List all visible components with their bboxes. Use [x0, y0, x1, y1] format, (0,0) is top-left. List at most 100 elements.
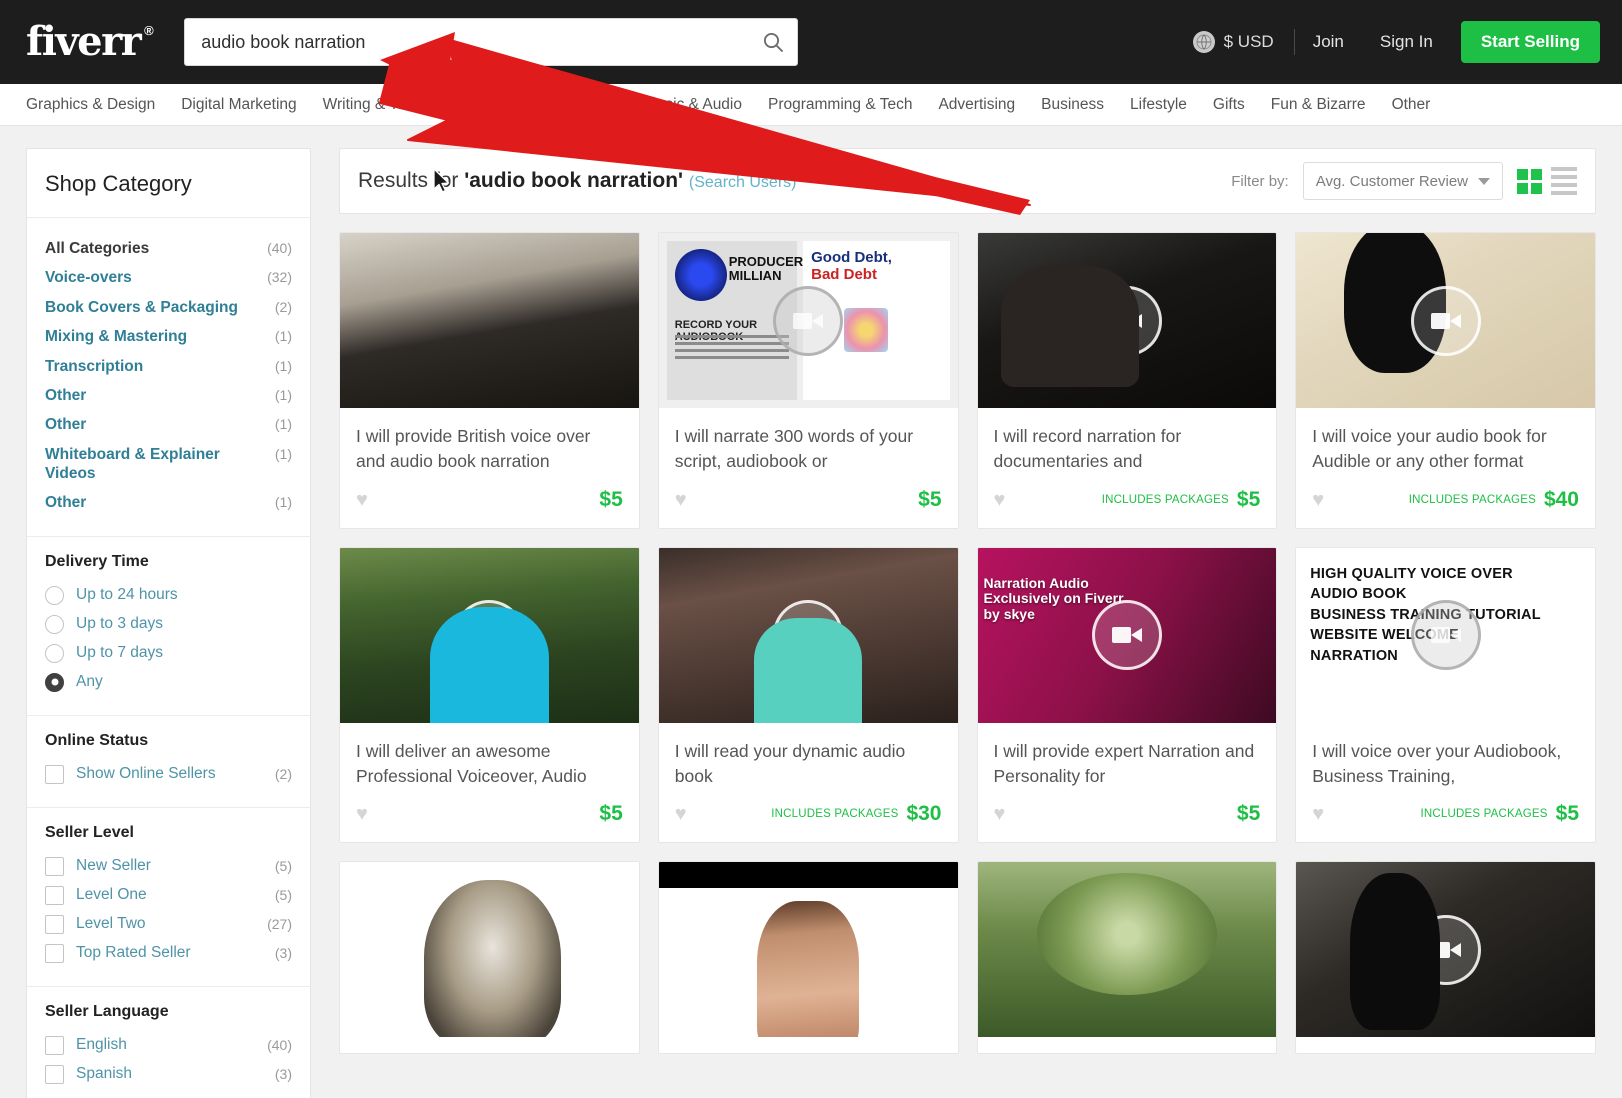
join-link[interactable]: Join: [1295, 32, 1362, 52]
category-label[interactable]: Whiteboard & Explainer Videos: [45, 445, 267, 484]
delivery-option-24-hours[interactable]: Up to 24 hours: [45, 581, 292, 610]
nav-item-music-audio[interactable]: Music & Audio: [644, 96, 742, 114]
favorite-heart-icon[interactable]: ♥: [994, 490, 1006, 510]
gig-title[interactable]: I will record narration for documentarie…: [978, 408, 1277, 474]
category-row-other-2[interactable]: Other (1): [45, 410, 292, 439]
checkbox-icon[interactable]: [45, 1035, 64, 1055]
checkbox-icon[interactable]: [45, 764, 64, 784]
search-box[interactable]: [184, 18, 799, 66]
category-label[interactable]: Voice-overs: [45, 268, 132, 287]
category-row-book-covers-packaging[interactable]: Book Covers & Packaging (2): [45, 293, 292, 322]
gig-thumbnail-woman-microphone[interactable]: [658, 547, 958, 723]
gig-card[interactable]: I will provide British voice over and au…: [339, 232, 640, 529]
seller-level-option-label[interactable]: New Seller: [76, 857, 151, 875]
video-play-badge[interactable]: [454, 600, 525, 671]
gig-card[interactable]: [657, 861, 959, 1055]
seller-language-option-label[interactable]: English: [76, 1036, 127, 1054]
search-submit-button[interactable]: [750, 20, 796, 64]
seller-level-option-label[interactable]: Top Rated Seller: [76, 944, 191, 962]
nav-item-digital-marketing[interactable]: Digital Marketing: [181, 96, 296, 114]
video-play-badge[interactable]: [773, 914, 844, 985]
gig-card[interactable]: I will deliver an awesome Professional V…: [339, 546, 640, 844]
gig-title[interactable]: I will voice over your Audiobook, Busine…: [1296, 723, 1595, 789]
online-status-option-label[interactable]: Show Online Sellers: [76, 765, 216, 783]
delivery-option-any[interactable]: Any: [45, 668, 292, 697]
search-users-link[interactable]: (Search Users): [689, 174, 797, 191]
favorite-heart-icon[interactable]: ♥: [675, 804, 687, 824]
favorite-heart-icon[interactable]: ♥: [994, 804, 1006, 824]
gig-title[interactable]: I will deliver an awesome Professional V…: [340, 723, 639, 789]
gig-thumbnail-text-card[interactable]: HIGH QUALITY VOICE OVER AUDIO BOOK BUSIN…: [1296, 547, 1595, 723]
gig-thumbnail-outdoor-man[interactable]: [340, 547, 639, 723]
nav-item-lifestyle[interactable]: Lifestyle: [1130, 96, 1187, 114]
category-row-other-1[interactable]: Other (1): [45, 381, 292, 410]
delivery-option-label[interactable]: Any: [76, 673, 103, 691]
gig-card[interactable]: Narration Audio Exclusively on Fiverr by…: [976, 546, 1278, 844]
category-label[interactable]: Other: [45, 386, 86, 405]
list-view-icon[interactable]: [1551, 167, 1577, 195]
video-play-badge[interactable]: [1410, 914, 1481, 985]
gig-card[interactable]: HIGH QUALITY VOICE OVER AUDIO BOOK BUSIN…: [1295, 546, 1596, 844]
nav-item-programming-tech[interactable]: Programming & Tech: [768, 96, 912, 114]
gig-thumbnail-man-face[interactable]: [658, 862, 958, 1038]
radio-icon-selected[interactable]: [45, 672, 64, 692]
category-label[interactable]: All Categories: [45, 239, 149, 258]
gig-thumbnail-tree[interactable]: [977, 862, 1277, 1038]
radio-icon[interactable]: [45, 643, 64, 663]
category-row-whiteboard-explainer-videos[interactable]: Whiteboard & Explainer Videos (1): [45, 440, 292, 489]
favorite-heart-icon[interactable]: ♥: [356, 804, 368, 824]
seller-level-option-new-seller[interactable]: New Seller (5): [45, 852, 292, 881]
nav-item-other[interactable]: Other: [1392, 96, 1431, 114]
fiverr-logo[interactable]: fiverr ®: [26, 22, 154, 62]
video-play-badge[interactable]: [1091, 285, 1162, 356]
sort-select[interactable]: Avg. Customer Review: [1302, 162, 1503, 200]
checkbox-icon[interactable]: [45, 885, 64, 905]
delivery-option-label[interactable]: Up to 7 days: [76, 644, 163, 662]
category-row-mixing-mastering[interactable]: Mixing & Mastering (1): [45, 322, 292, 351]
grid-view-icon[interactable]: [1517, 168, 1542, 194]
gig-title[interactable]: I will provide expert Narration and Pers…: [978, 723, 1277, 789]
seller-language-option-spanish[interactable]: Spanish (3): [45, 1060, 292, 1089]
seller-level-option-level-one[interactable]: Level One (5): [45, 881, 292, 910]
gig-title[interactable]: [340, 1037, 639, 1053]
gig-thumbnail-audiobook-cover[interactable]: PRODUCER MILLIAN RECORD YOUR AUDIOBOOK G…: [658, 233, 958, 408]
gig-title[interactable]: I will read your dynamic audio book: [659, 723, 958, 789]
gig-title[interactable]: I will narrate 300 words of your script,…: [659, 408, 958, 474]
delivery-option-7-days[interactable]: Up to 7 days: [45, 639, 292, 668]
category-row-transcription[interactable]: Transcription (1): [45, 352, 292, 381]
nav-item-graphics-design[interactable]: Graphics & Design: [26, 96, 155, 114]
seller-level-option-label[interactable]: Level One: [76, 886, 147, 904]
delivery-option-label[interactable]: Up to 24 hours: [76, 586, 178, 604]
category-label[interactable]: Book Covers & Packaging: [45, 298, 238, 317]
category-row-other-3[interactable]: Other (1): [45, 488, 292, 517]
gig-thumbnail-speaker[interactable]: [340, 233, 639, 408]
gig-card[interactable]: I will read your dynamic audio book ♥ IN…: [657, 546, 959, 844]
radio-icon[interactable]: [45, 614, 64, 634]
sign-in-link[interactable]: Sign In: [1362, 32, 1451, 52]
checkbox-icon[interactable]: [45, 856, 64, 876]
currency-selector[interactable]: $ USD: [1192, 31, 1294, 53]
online-status-option-show-online-sellers[interactable]: Show Online Sellers (2): [45, 760, 292, 789]
checkbox-icon[interactable]: [45, 943, 64, 963]
delivery-option-3-days[interactable]: Up to 3 days: [45, 610, 292, 639]
favorite-heart-icon[interactable]: ♥: [675, 490, 687, 510]
nav-item-fun-bizarre[interactable]: Fun & Bizarre: [1271, 96, 1366, 114]
gig-title[interactable]: I will provide British voice over and au…: [340, 408, 639, 474]
seller-language-option-english[interactable]: English (40): [45, 1031, 292, 1060]
video-play-badge[interactable]: [1410, 285, 1481, 356]
nav-item-writing-translation[interactable]: Writing & Translation: [323, 96, 466, 114]
favorite-heart-icon[interactable]: ♥: [1312, 804, 1324, 824]
gig-thumbnail-microphone-document[interactable]: [1296, 233, 1595, 408]
gig-thumbnail-vintage-microphone[interactable]: [340, 862, 639, 1038]
gig-thumbnail-dark-room[interactable]: [977, 233, 1277, 408]
gig-title[interactable]: [1296, 1037, 1595, 1053]
gig-title[interactable]: I will voice your audio book for Audible…: [1296, 408, 1595, 474]
checkbox-icon[interactable]: [45, 914, 64, 934]
gig-card[interactable]: I will record narration for documentarie…: [976, 232, 1278, 529]
start-selling-button[interactable]: Start Selling: [1460, 21, 1600, 63]
gig-thumbnail-studio-microphone[interactable]: [1296, 862, 1595, 1038]
gig-card[interactable]: PRODUCER MILLIAN RECORD YOUR AUDIOBOOK G…: [657, 232, 959, 529]
category-row-all-categories[interactable]: All Categories (40): [45, 234, 292, 263]
radio-icon[interactable]: [45, 585, 64, 605]
category-label[interactable]: Transcription: [45, 357, 143, 376]
